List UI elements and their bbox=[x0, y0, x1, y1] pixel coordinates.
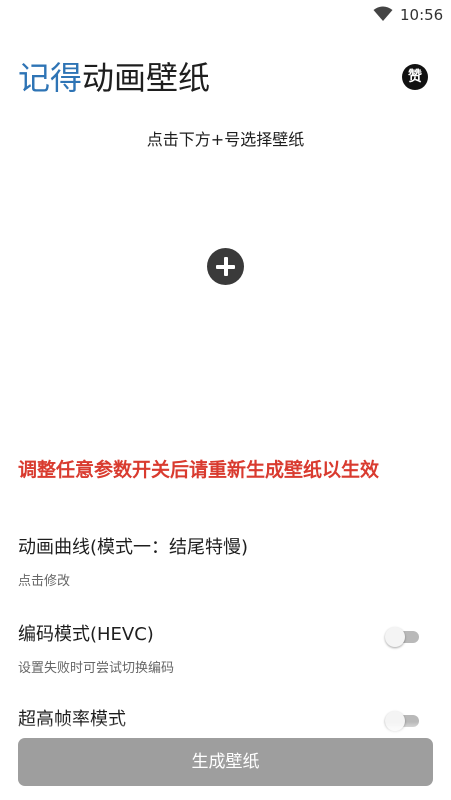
app-title: 记得动画壁纸 bbox=[18, 56, 210, 100]
app-title-accent: 记得 bbox=[18, 59, 83, 97]
add-wallpaper-button[interactable] bbox=[207, 248, 244, 285]
scroll-fade bbox=[0, 722, 451, 738]
toggle-thumb bbox=[385, 627, 405, 647]
select-wallpaper-hint: 点击下方+号选择壁纸 bbox=[146, 130, 305, 149]
animation-curve-subtitle: 点击修改 bbox=[18, 574, 71, 589]
animation-curve-setting[interactable]: 动画曲线(模式一：结尾特慢) bbox=[18, 536, 248, 560]
regenerate-warning: 调整任意参数开关后请重新生成壁纸以生效 bbox=[18, 459, 380, 481]
encoding-mode-toggle[interactable] bbox=[385, 627, 419, 647]
status-bar: 10:56 bbox=[0, 0, 451, 30]
status-time: 10:56 bbox=[400, 6, 444, 24]
app-title-main: 动画壁纸 bbox=[82, 59, 211, 97]
encoding-mode-setting: 编码模式(HEVC) bbox=[18, 624, 154, 645]
encoding-mode-subtitle: 设置失败时可尝试切换编码 bbox=[18, 661, 175, 676]
generate-wallpaper-button[interactable]: 生成壁纸 bbox=[18, 738, 433, 786]
like-button[interactable]: 赞 bbox=[402, 64, 428, 90]
wifi-icon bbox=[373, 6, 393, 21]
